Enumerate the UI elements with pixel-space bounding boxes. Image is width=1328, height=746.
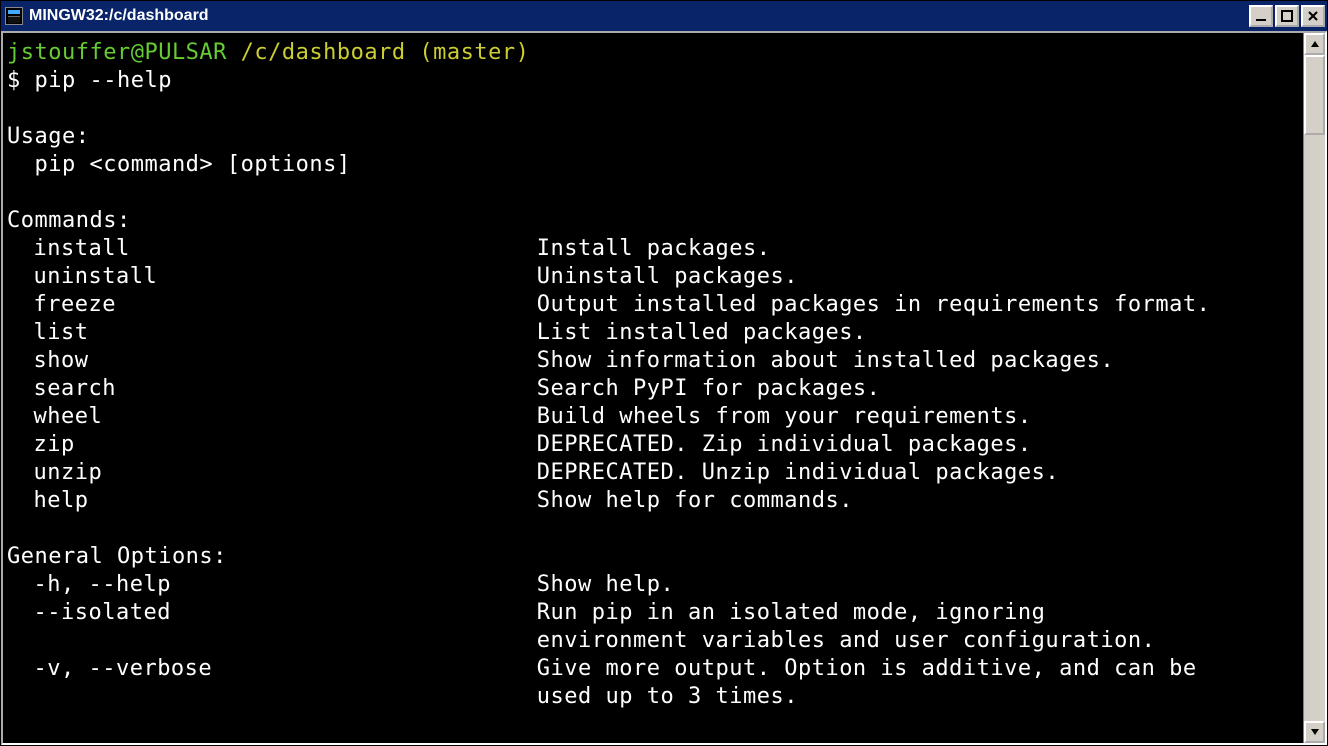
command-row: showShow information about installed pac… — [7, 347, 1303, 375]
vertical-scrollbar[interactable] — [1303, 33, 1325, 743]
command-row: installInstall packages. — [7, 235, 1303, 263]
window-title: MINGW32:/c/dashboard — [29, 7, 209, 25]
option-flags: --isolated — [7, 599, 537, 627]
option-desc-cont: environment variables and user configura… — [7, 627, 1303, 655]
command-row: uninstallUninstall packages. — [7, 263, 1303, 291]
option-desc-cont: used up to 3 times. — [7, 683, 1303, 711]
scroll-up-button[interactable] — [1304, 33, 1325, 55]
command-name: zip — [7, 431, 537, 459]
maximize-button[interactable] — [1275, 5, 1299, 27]
option-flags: -v, --verbose — [7, 655, 537, 683]
command-name: wheel — [7, 403, 537, 431]
option-desc: Give more output. Option is additive, an… — [537, 656, 1197, 681]
general-options-header: General Options: — [7, 544, 227, 569]
titlebar[interactable]: MINGW32:/c/dashboard — [1, 1, 1327, 31]
option-row: -h, --helpShow help. — [7, 571, 1303, 599]
terminal-output[interactable]: jstouffer@PULSAR /c/dashboard (master) $… — [3, 33, 1303, 743]
command-desc: Build wheels from your requirements. — [537, 404, 1032, 429]
commands-header: Commands: — [7, 208, 131, 233]
command-desc: Uninstall packages. — [537, 264, 798, 289]
option-desc: Show help. — [537, 572, 674, 597]
client-area: jstouffer@PULSAR /c/dashboard (master) $… — [1, 31, 1327, 745]
command-desc: Show information about installed package… — [537, 348, 1114, 373]
minimize-button[interactable] — [1249, 5, 1273, 27]
command-row: listList installed packages. — [7, 319, 1303, 347]
usage-header: Usage: — [7, 124, 89, 149]
option-row: -v, --verboseGive more output. Option is… — [7, 655, 1303, 683]
command-name: search — [7, 375, 537, 403]
command-row: freezeOutput installed packages in requi… — [7, 291, 1303, 319]
command-desc: Install packages. — [537, 236, 771, 261]
command-desc: DEPRECATED. Unzip individual packages. — [537, 460, 1059, 485]
command-row: helpShow help for commands. — [7, 487, 1303, 515]
scroll-thumb[interactable] — [1304, 55, 1325, 135]
command-name: unzip — [7, 459, 537, 487]
command-desc: Show help for commands. — [537, 488, 853, 513]
command-name: freeze — [7, 291, 537, 319]
usage-line: pip <command> [options] — [7, 152, 351, 177]
command-row: wheelBuild wheels from your requirements… — [7, 403, 1303, 431]
prompt-user-host: jstouffer@PULSAR — [7, 40, 227, 65]
command-name: help — [7, 487, 537, 515]
close-button[interactable] — [1301, 5, 1325, 27]
command-desc: List installed packages. — [537, 320, 867, 345]
scroll-track[interactable] — [1304, 55, 1325, 721]
command-name: install — [7, 235, 537, 263]
option-row: --isolatedRun pip in an isolated mode, i… — [7, 599, 1303, 627]
command-desc: Output installed packages in requirement… — [537, 292, 1211, 317]
option-flags: -h, --help — [7, 571, 537, 599]
scroll-down-button[interactable] — [1304, 721, 1325, 743]
command-desc: DEPRECATED. Zip individual packages. — [537, 432, 1032, 457]
command-row: searchSearch PyPI for packages. — [7, 375, 1303, 403]
prompt-line: $ pip --help — [7, 68, 172, 93]
command-name: list — [7, 319, 537, 347]
prompt-path-branch: /c/dashboard (master) — [241, 40, 530, 65]
command-row: zipDEPRECATED. Zip individual packages. — [7, 431, 1303, 459]
option-desc: Run pip in an isolated mode, ignoring — [537, 600, 1046, 625]
command-row: unzipDEPRECATED. Unzip individual packag… — [7, 459, 1303, 487]
command-desc: Search PyPI for packages. — [537, 376, 881, 401]
window-frame: MINGW32:/c/dashboard jstouffer@PULSAR /c… — [0, 0, 1328, 746]
window-controls — [1249, 5, 1325, 27]
command-name: uninstall — [7, 263, 537, 291]
command-name: show — [7, 347, 537, 375]
terminal-icon — [5, 7, 23, 25]
